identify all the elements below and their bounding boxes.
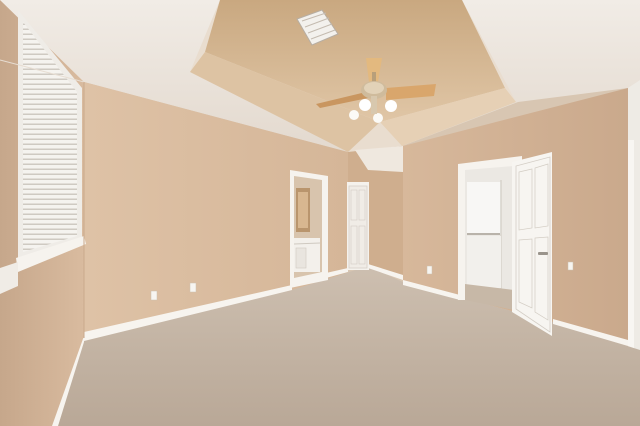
wall-outlet [567,261,574,271]
fan-light [385,100,397,112]
closet-shelving [467,182,501,234]
wall-outlet [150,290,158,301]
fan-light [373,113,383,123]
alcove-door [347,182,369,270]
closet-door [512,152,552,336]
door-handle [538,252,548,255]
fan-light [359,99,371,111]
fan-light [349,110,359,120]
wall-outlet [189,282,197,293]
bathroom-doorway [290,170,328,288]
bedroom-photo [0,0,640,426]
room-illustration [0,0,640,426]
wall-outlet [426,265,433,275]
